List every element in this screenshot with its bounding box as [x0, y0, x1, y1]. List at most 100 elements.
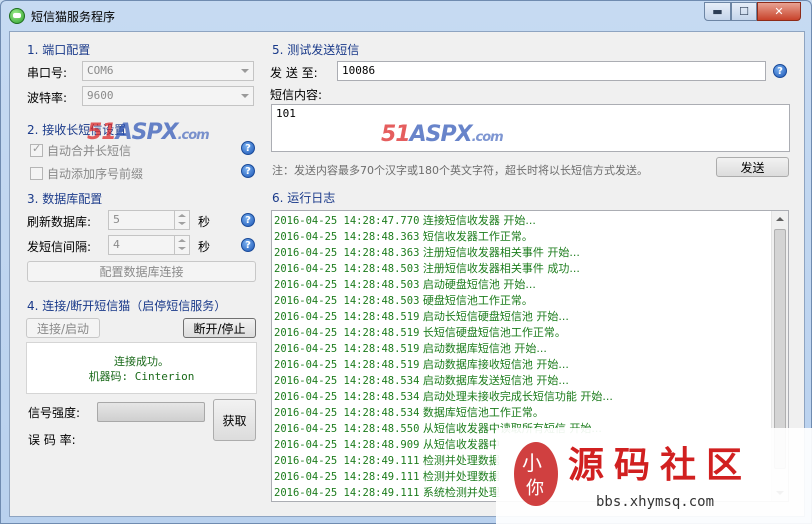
log-timestamp: 2016-04-25 14:28:48.363: [274, 247, 420, 259]
auto-prefix-checkbox[interactable]: 自动添加序号前缀: [30, 165, 143, 182]
log-message: 检测并处理数据: [422, 454, 500, 467]
log-timestamp: 2016-04-25 14:28:48.534: [274, 407, 420, 419]
log-line: 2016-04-25 14:28:48.534 启动数据库发送短信池 开始...: [272, 373, 788, 389]
connect-button[interactable]: 连接/启动: [26, 318, 100, 338]
status-line-1: 连接成功。: [114, 355, 169, 368]
log-timestamp: 2016-04-25 14:28:49.111: [274, 455, 420, 467]
log-timestamp: 2016-04-25 14:28:48.519: [274, 359, 420, 371]
log-message: 启动数据库发送短信池 开始...: [422, 374, 569, 387]
log-message: 长短信硬盘短信池工作正常。: [422, 326, 566, 339]
log-timestamp: 2016-04-25 14:28:47.770: [274, 215, 420, 227]
baud-label: 波特率:: [27, 91, 68, 105]
log-message: 连接短信收发器 开始...: [422, 214, 536, 227]
help-icon[interactable]: ?: [241, 213, 255, 227]
log-message: 从短信收发器中: [422, 438, 500, 451]
spin-updown-icon[interactable]: [174, 211, 189, 229]
log-message: 启动数据库短信池 开始...: [422, 342, 547, 355]
log-timestamp: 2016-04-25 14:28:48.534: [274, 375, 420, 387]
log-timestamp: 2016-04-25 14:28:48.519: [274, 327, 420, 339]
log-message: 系统检测并处理: [422, 486, 500, 499]
refresh-label: 刷新数据库:: [27, 215, 92, 229]
dropdown-arrow-icon: [241, 94, 249, 98]
window-title: 短信猫服务程序: [31, 10, 116, 24]
log-line: 2016-04-25 14:28:48.534 数据库短信池工作正常。: [272, 405, 788, 421]
help-icon[interactable]: ?: [241, 238, 255, 252]
send-to-value: 10086: [342, 64, 376, 77]
log-line: 2016-04-25 14:28:48.503 启动硬盘短信池 开始...: [272, 277, 788, 293]
signal-label: 信号强度:: [28, 406, 81, 420]
get-signal-button[interactable]: 获取: [213, 399, 256, 441]
log-timestamp: 2016-04-25 14:28:49.111: [274, 471, 420, 483]
status-line-2: 机器码: Cinterion: [88, 370, 195, 383]
help-icon[interactable]: ?: [241, 141, 255, 155]
content-value: 101: [276, 107, 296, 120]
log-message: 启动处理未接收完成长短信功能 开始...: [422, 390, 613, 403]
status-panel: 连接成功。 机器码: Cinterion: [26, 342, 257, 394]
baud-select-value: 9600: [87, 89, 114, 102]
log-timestamp: 2016-04-25 14:28:48.519: [274, 311, 420, 323]
send-note: 注：发送内容最多70个汉字或180个英文字符，超长时将以长短信方式发送。: [272, 164, 648, 177]
help-icon[interactable]: ?: [773, 64, 787, 78]
db-group-title: 3. 数据库配置: [27, 192, 103, 206]
config-db-button[interactable]: 配置数据库连接: [27, 261, 256, 282]
app-window: 短信猫服务程序 ▬ ☐ ✕ 1. 端口配置 串口号: COM6 波特率: 960…: [0, 0, 812, 524]
port-select[interactable]: COM6: [82, 61, 254, 81]
log-line: 2016-04-25 14:28:48.519 启动长短信硬盘短信池 开始...: [272, 309, 788, 325]
content-label: 短信内容:: [270, 88, 323, 102]
content-textarea[interactable]: 101: [271, 104, 790, 152]
log-message: 检测并处理数据: [422, 470, 500, 483]
checkbox-box: [30, 167, 43, 180]
port-label: 串口号:: [27, 66, 68, 80]
brand-title: 源码社区: [568, 445, 753, 486]
log-message: 启动硬盘短信池 开始...: [422, 278, 536, 291]
port-group-title: 1. 端口配置: [27, 43, 91, 57]
error-rate-label: 误 码 率:: [28, 433, 76, 447]
log-timestamp: 2016-04-25 14:28:48.519: [274, 343, 420, 355]
log-line: 2016-04-25 14:28:48.363 短信收发器工作正常。: [272, 229, 788, 245]
refresh-unit: 秒: [198, 215, 211, 229]
signal-strength-bar: [97, 402, 205, 422]
maximize-button[interactable]: ☐: [731, 2, 757, 21]
svg-text:你: 你: [526, 478, 544, 499]
log-line: 2016-04-25 14:28:48.519 启动数据库接收短信池 开始...: [272, 357, 788, 373]
send-to-input[interactable]: 10086: [337, 61, 766, 81]
send-button[interactable]: 发送: [716, 157, 789, 177]
refresh-spinner[interactable]: 5: [108, 210, 190, 230]
brand-watermark: 小 你 源码社区 bbs.xhymsq.com: [496, 428, 812, 524]
disconnect-button[interactable]: 断开/停止: [183, 318, 256, 338]
refresh-value: 5: [113, 213, 120, 226]
log-timestamp: 2016-04-25 14:28:48.534: [274, 391, 420, 403]
auto-prefix-label: 自动添加序号前缀: [47, 167, 144, 181]
conn-group-title: 4. 连接/断开短信猫（启停短信服务）: [27, 299, 227, 313]
log-message: 注册短信收发器相关事件 开始...: [422, 246, 580, 259]
log-line: 2016-04-25 14:28:48.503 硬盘短信池工作正常。: [272, 293, 788, 309]
scroll-up-icon[interactable]: [776, 217, 784, 221]
minimize-button[interactable]: ▬: [704, 2, 731, 21]
log-timestamp: 2016-04-25 14:28:48.363: [274, 231, 420, 243]
send-interval-label: 发短信间隔:: [27, 240, 92, 254]
log-group-title: 6. 运行日志: [272, 191, 336, 205]
title-bar: 短信猫服务程序 ▬ ☐ ✕: [1, 1, 811, 31]
send-interval-unit: 秒: [198, 240, 211, 254]
log-line: 2016-04-25 14:28:48.519 长短信硬盘短信池工作正常。: [272, 325, 788, 341]
log-timestamp: 2016-04-25 14:28:48.503: [274, 279, 420, 291]
log-timestamp: 2016-04-25 14:28:48.909: [274, 439, 420, 451]
close-button[interactable]: ✕: [757, 2, 801, 21]
log-line: 2016-04-25 14:28:48.534 启动处理未接收完成长短信功能 开…: [272, 389, 788, 405]
watermark-51aspx-1: 51ASPX.com: [87, 120, 210, 145]
send-interval-spinner[interactable]: 4: [108, 235, 190, 255]
log-message: 启动长短信硬盘短信池 开始...: [422, 310, 569, 323]
log-message: 短信收发器工作正常。: [422, 230, 533, 243]
send-interval-value: 4: [113, 238, 120, 251]
port-select-value: COM6: [87, 64, 114, 77]
help-icon[interactable]: ?: [241, 164, 255, 178]
spin-updown-icon[interactable]: [174, 236, 189, 254]
log-message: 注册短信收发器相关事件 成功...: [422, 262, 580, 275]
send-to-label: 发 送 至:: [270, 66, 318, 80]
log-message: 数据库短信池工作正常。: [422, 406, 544, 419]
log-timestamp: 2016-04-25 14:28:49.111: [274, 487, 420, 499]
checkbox-box: [30, 142, 43, 157]
brand-url: bbs.xhymsq.com: [596, 494, 715, 510]
log-timestamp: 2016-04-25 14:28:48.503: [274, 295, 420, 307]
baud-select[interactable]: 9600: [82, 86, 254, 106]
